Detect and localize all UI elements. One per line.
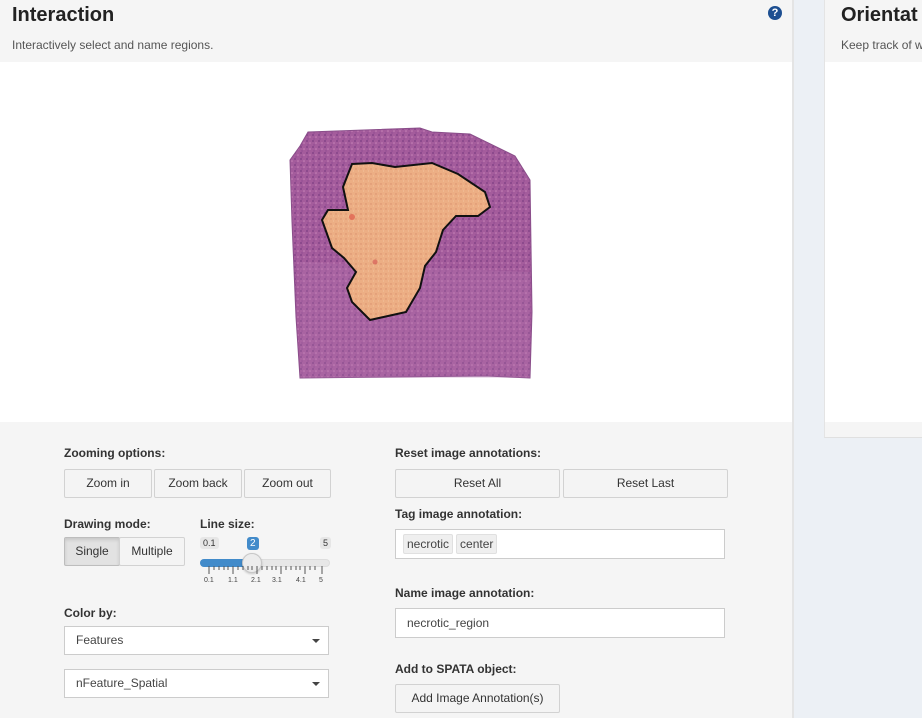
slider-tick-label: 0.1 <box>204 577 214 584</box>
drawing-mode-label: Drawing mode: <box>64 517 151 531</box>
add-image-annotation-button[interactable]: Add Image Annotation(s) <box>395 684 560 713</box>
zoom-in-button[interactable]: Zoom in <box>64 469 152 498</box>
slider-min-label: 0.1 <box>200 537 219 549</box>
chevron-down-icon <box>312 639 320 643</box>
slider-ticks <box>208 566 323 574</box>
panel-subtitle: Keep track of w <box>841 38 922 52</box>
color-by-selected: Features <box>76 633 124 647</box>
reset-all-button[interactable]: Reset All <box>395 469 560 498</box>
slider-tick-label: 5 <box>319 577 323 584</box>
feature-selected: nFeature_Spatial <box>76 676 168 690</box>
tissue-image[interactable] <box>0 62 792 422</box>
slider-tick-label: 1.1 <box>228 577 238 584</box>
slider-max-label: 5 <box>320 537 332 549</box>
drawing-mode-multiple-button[interactable]: Multiple <box>119 537 185 566</box>
interaction-panel: Interaction Interactively select and nam… <box>0 0 794 718</box>
color-by-label: Color by: <box>64 606 117 620</box>
annotation-name-input[interactable]: necrotic_region <box>395 608 725 638</box>
reset-annotations-label: Reset image annotations: <box>395 446 542 460</box>
panel-title: Interaction <box>12 4 115 26</box>
slider-tick-label: 4.1 <box>296 577 306 584</box>
zoom-back-button[interactable]: Zoom back <box>154 469 242 498</box>
zoom-options-label: Zooming options: <box>64 446 166 460</box>
slider-value-label: 2 <box>247 537 259 550</box>
tag-input[interactable]: necrotic center <box>395 529 725 559</box>
tag-chip[interactable]: necrotic <box>403 534 454 554</box>
histology-image-plot[interactable] <box>0 62 792 422</box>
add-to-spata-label: Add to SPATA object: <box>395 662 517 676</box>
tag-chip[interactable]: center <box>456 534 498 554</box>
question-circle-icon[interactable]: ? <box>768 6 782 20</box>
panel-subtitle: Interactively select and name regions. <box>12 38 214 52</box>
zoom-out-button[interactable]: Zoom out <box>244 469 331 498</box>
feature-select[interactable]: nFeature_Spatial <box>64 669 329 698</box>
reset-last-button[interactable]: Reset Last <box>563 469 728 498</box>
panel-title: Orientat <box>841 4 918 26</box>
color-by-select[interactable]: Features <box>64 626 329 655</box>
line-size-label: Line size: <box>200 517 255 531</box>
tag-annotation-label: Tag image annotation: <box>395 507 523 521</box>
slider-tick-label: 2.1 <box>251 577 261 584</box>
drawing-mode-single-button[interactable]: Single <box>64 537 120 566</box>
name-annotation-label: Name image annotation: <box>395 586 535 600</box>
orientation-panel: Orientat Keep track of w <box>824 0 922 438</box>
orientation-plot[interactable] <box>825 62 922 422</box>
slider-tick-label: 3.1 <box>272 577 282 584</box>
chevron-down-icon <box>312 682 320 686</box>
